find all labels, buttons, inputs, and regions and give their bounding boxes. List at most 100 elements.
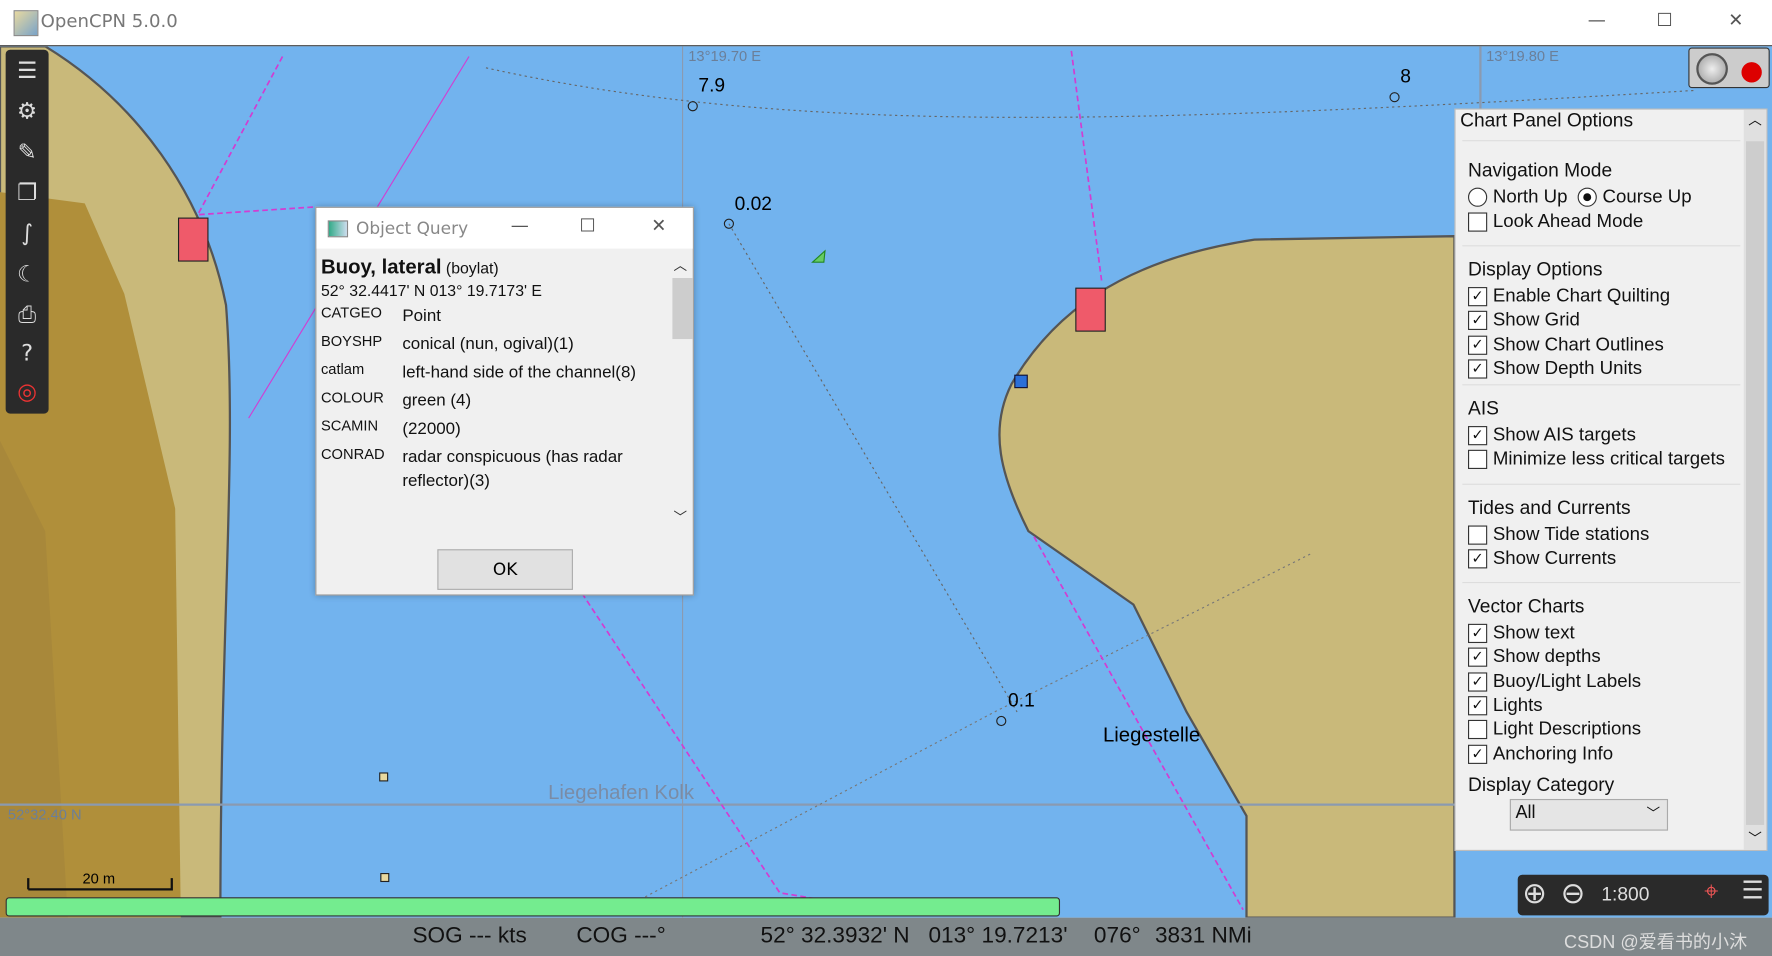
- watermark: CSDN @爱看书的小沐: [1564, 933, 1748, 953]
- select-value: All: [1515, 803, 1536, 823]
- zoom-in-button[interactable]: ⊕: [1522, 877, 1547, 911]
- charts-icon[interactable]: ❐: [11, 176, 43, 208]
- show-ais-targets-label: Show AIS targets: [1492, 424, 1636, 446]
- show-depths-checkbox[interactable]: ✓: [1467, 647, 1488, 668]
- group-label: Display Options: [1467, 258, 1603, 281]
- main-toolbar: ☰ ⚙ ✎ ❐ ∫ ☾ ⎙ ? ◎: [5, 49, 49, 414]
- group-label: Vector Charts: [1467, 595, 1585, 618]
- north-up-radio[interactable]: [1467, 187, 1488, 207]
- look-ahead-label: Look Ahead Mode: [1492, 211, 1644, 232]
- help-icon[interactable]: ?: [11, 337, 43, 369]
- depth-label: 7.9: [698, 74, 726, 97]
- attribute-key: CONRAD: [320, 445, 385, 463]
- place-label: Liegehafen Kolk: [548, 780, 695, 804]
- grid-label-lon: 13°19.80 E: [1486, 47, 1559, 65]
- ok-button[interactable]: OK: [437, 549, 573, 590]
- dialog-minimize-button[interactable]: —: [497, 215, 542, 236]
- anchoring-info-checkbox[interactable]: ✓: [1467, 744, 1488, 764]
- show-ais-targets-checkbox[interactable]: ✓: [1467, 426, 1488, 446]
- show-chart-outlines-label: Show Chart Outlines: [1492, 334, 1664, 355]
- mob-icon[interactable]: ◎: [11, 375, 43, 407]
- chevron-down-icon: ﹀: [1646, 805, 1661, 822]
- attribute-row: COLOUR green (4): [321, 389, 667, 413]
- minimize-less-critical-targets-label: Minimize less critical targets: [1492, 448, 1725, 470]
- attribute-value: green (4): [402, 391, 472, 411]
- dialog-scrollbar[interactable]: ︿ ﹀: [670, 255, 693, 526]
- group-label: Display Category: [1467, 774, 1615, 796]
- show-depth-units-label: Show Depth Units: [1492, 358, 1643, 379]
- menu-icon[interactable]: ☰: [11, 54, 43, 86]
- dialog-maximize-button[interactable]: ☐: [565, 215, 610, 236]
- buoy-light-labels-checkbox[interactable]: ✓: [1467, 671, 1488, 692]
- track-icon[interactable]: ∫: [11, 217, 43, 249]
- sog-readout: SOG --- kts: [412, 923, 527, 949]
- settings-icon[interactable]: ⚙: [11, 95, 43, 127]
- dialog-icon: [327, 220, 349, 238]
- show-chart-outlines-checkbox[interactable]: ✓: [1467, 335, 1488, 355]
- enable-chart-quilting-label: Enable Chart Quilting: [1492, 285, 1671, 307]
- chart-bar-icon[interactable]: ⌖: [1704, 878, 1718, 906]
- show-depths-label: Show depths: [1492, 646, 1601, 668]
- cog-readout: COG ---°: [576, 923, 666, 949]
- scroll-thumb[interactable]: [1746, 141, 1765, 825]
- show-tide-stations-label: Show Tide stations: [1492, 524, 1650, 545]
- depth-label: 0.02: [734, 193, 772, 215]
- show-text-checkbox[interactable]: ✓: [1467, 623, 1488, 644]
- dialog-title-bar: Object Query — ☐ ✕: [316, 207, 693, 249]
- enable-chart-quilting-checkbox[interactable]: ✓: [1467, 287, 1488, 307]
- light-descriptions-checkbox[interactable]: [1467, 720, 1488, 740]
- zoom-out-button[interactable]: ⊖: [1561, 877, 1586, 911]
- maximize-button[interactable]: ☐: [1642, 9, 1687, 30]
- course-up-radio[interactable]: [1577, 187, 1597, 207]
- panel-scrollbar[interactable]: ︿ ﹀: [1743, 109, 1767, 850]
- display-category-select[interactable]: All ﹀: [1509, 798, 1669, 831]
- grid-label-lat: 52°32.40 N: [7, 805, 82, 823]
- attribute-key: SCAMIN: [320, 417, 379, 434]
- look-ahead-checkbox[interactable]: [1467, 212, 1488, 232]
- show-currents-label: Show Currents: [1492, 548, 1617, 569]
- attribute-row: SCAMIN (22000): [321, 417, 667, 441]
- show-currents-checkbox[interactable]: ✓: [1467, 549, 1488, 569]
- attribute-value: left-hand side of the channel(8): [402, 362, 637, 382]
- object-code: (boylat): [445, 258, 499, 277]
- route-icon[interactable]: ✎: [11, 136, 43, 168]
- depth-label: 8: [1400, 65, 1411, 88]
- minimize-button[interactable]: —: [1574, 9, 1619, 30]
- attribute-row: catlam left-hand side of the channel(8): [321, 361, 667, 385]
- compass-icon: [1696, 53, 1728, 85]
- light-descriptions-label: Light Descriptions: [1492, 718, 1642, 740]
- lights-checkbox[interactable]: ✓: [1467, 696, 1488, 716]
- buoy-light-labels-label: Buoy/Light Labels: [1492, 670, 1642, 692]
- close-button[interactable]: ✕: [1713, 9, 1758, 30]
- attribute-key: COLOUR: [320, 388, 384, 406]
- attribute-value: (22000): [402, 419, 461, 439]
- night-mode-icon[interactable]: ☾: [11, 258, 43, 290]
- minimize-less-critical-targets-checkbox[interactable]: [1467, 450, 1488, 470]
- scroll-thumb[interactable]: [672, 278, 693, 340]
- north-up-label: North Up: [1492, 186, 1568, 207]
- show-grid-checkbox[interactable]: ✓: [1467, 311, 1488, 331]
- attribute-value: radar conspicuous (has radar reflector)(…: [402, 447, 623, 491]
- compass-widget[interactable]: [1688, 47, 1770, 89]
- dialog-title: Object Query: [355, 218, 469, 239]
- depth-label: 0.1: [1008, 689, 1035, 711]
- cursor-position: 52° 32.3932' N 013° 19.7213': [760, 923, 1068, 949]
- zoom-controls: ⊕ ⊖ 1:800 ⌖ ☰: [1517, 874, 1769, 916]
- gps-status-icon: [1741, 62, 1762, 83]
- group-label: Navigation Mode: [1467, 159, 1613, 181]
- anchoring-info-label: Anchoring Info: [1492, 743, 1614, 764]
- attribute-value: conical (nun, ogival)(1): [402, 334, 574, 354]
- distance-readout: 3831 NMi: [1154, 923, 1252, 949]
- attribute-value: Point: [402, 306, 441, 326]
- show-tide-stations-checkbox[interactable]: [1467, 525, 1488, 545]
- show-text-label: Show text: [1492, 622, 1575, 644]
- show-depth-units-checkbox[interactable]: ✓: [1467, 359, 1488, 379]
- print-icon[interactable]: ⎙: [11, 298, 43, 330]
- progress-bar: [5, 897, 1061, 917]
- menu-icon[interactable]: ☰: [1741, 877, 1763, 905]
- attribute-row: CONRAD radar conspicuous (has radar refle…: [321, 445, 667, 492]
- group-label: Tides and Currents: [1467, 497, 1631, 519]
- status-bar: SOG --- kts COG ---° 52° 32.3932' N 013°…: [0, 917, 1772, 956]
- show-grid-label: Show Grid: [1492, 309, 1580, 331]
- dialog-close-button[interactable]: ✕: [636, 215, 681, 236]
